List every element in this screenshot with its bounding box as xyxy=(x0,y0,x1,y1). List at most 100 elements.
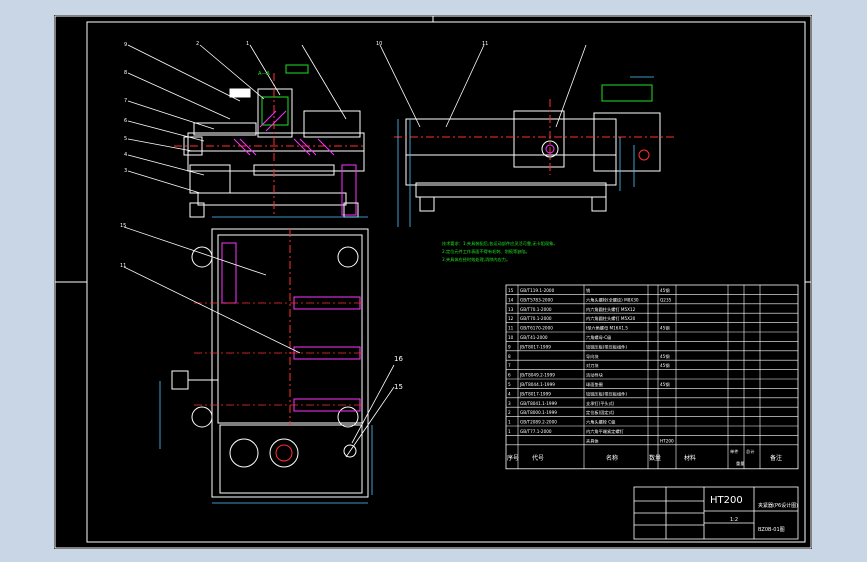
bom-cell: 1 xyxy=(508,420,511,425)
balloon-11: 11 xyxy=(482,41,488,47)
tech-req-line-1: 技术要求：1.夹具装配后,各运动部件应灵活可靠,无卡阻现象。 xyxy=(442,240,558,247)
bom-header-weight: 总计 xyxy=(746,448,754,455)
bom-cell: 8 xyxy=(508,354,511,359)
balloon-15-a: 15 xyxy=(120,223,126,229)
bom-cell: 六角头螺栓 C级 xyxy=(586,419,616,426)
plan-view-balloons: 15 11 16 15 xyxy=(120,223,403,391)
side-view-leaders xyxy=(379,44,587,128)
side-view-balloons: 10 11 xyxy=(376,41,488,47)
bom-cell: 12 xyxy=(508,316,514,321)
balloon-9: 9 xyxy=(124,42,127,48)
bom-cell: 45钢 xyxy=(660,325,670,332)
bom-header: 备注 xyxy=(770,454,782,462)
bom-cell: 活动导块 xyxy=(586,372,604,379)
bom-header: 代号 xyxy=(532,454,544,462)
bom-cell: GB/T119.1-2000 xyxy=(520,288,555,293)
bom-cell: 1 xyxy=(508,429,511,434)
balloon-11-b: 11 xyxy=(120,263,126,269)
cad-drawing: 9 8 7 6 5 4 3 2 1 A—A 10 11 技术要求：1.夹具装配后… xyxy=(54,15,812,549)
tech-req-line-3: 3.夹具体应经时效处理,消除内应力。 xyxy=(442,256,510,263)
bom-cell: GB/T5783-2000 xyxy=(520,297,553,302)
tech-req-line-2: 2.定位元件工作表面不得有毛刺、划痕等缺陷。 xyxy=(442,248,530,255)
plan-view-dims xyxy=(159,216,373,504)
bom-cell: 内六角平端紧定螺钉 xyxy=(586,428,625,435)
bom-cell: 销 xyxy=(586,287,590,294)
bom-cell: I型六角螺母 M16X1.5 xyxy=(586,325,628,332)
bom-cell: 45钢 xyxy=(660,381,670,388)
bom-cell: 45钢 xyxy=(660,287,670,294)
bom-cell: 铰链压板(带压板组件) xyxy=(586,343,627,350)
section-mark: A—A xyxy=(258,64,309,77)
balloon-16: 16 xyxy=(394,355,403,363)
bom-cell: 内六角圆柱头螺钉 M5X12 xyxy=(586,306,636,313)
scale-text: 1:2 xyxy=(730,517,738,523)
bom-cell: 10 xyxy=(508,335,514,340)
plan-view-centerlines xyxy=(194,302,364,406)
balloon-15-b: 15 xyxy=(394,383,403,391)
bom-cell: 导向块 xyxy=(586,353,599,360)
bom-cell: 3 xyxy=(508,401,511,406)
bom-cell: 13 xyxy=(508,307,514,312)
material-code: HT200 xyxy=(710,495,743,506)
bom-cell: GB/T70.1-2000 xyxy=(520,316,552,321)
bom-cell: 45钢 xyxy=(660,362,670,369)
bom-header: 名称 xyxy=(606,454,618,462)
bom-cell: JB/T8017-1999 xyxy=(519,391,551,396)
bom-cell: 2 xyxy=(508,410,511,415)
section-label: A—A xyxy=(258,71,270,77)
front-view xyxy=(174,73,365,218)
side-view xyxy=(394,84,674,212)
balloon-10: 10 xyxy=(376,41,382,47)
bom-cell: 支承钉(平头式) xyxy=(586,400,615,407)
bom-cell: JB/T8049.2-1999 xyxy=(519,373,555,378)
balloon-2: 2 xyxy=(196,41,199,47)
bom-cell: 15 xyxy=(508,288,514,293)
plan-view-slots xyxy=(221,242,361,412)
balloon-8: 8 xyxy=(124,70,127,76)
front-view-balloons: 9 8 7 6 5 4 3 2 1 xyxy=(124,41,249,174)
balloon-6: 6 xyxy=(124,118,127,124)
bom-cell: Q235 xyxy=(660,297,672,302)
bom-cell: 球面垫圈 xyxy=(586,381,603,388)
bom-header-weight: 单件 xyxy=(730,448,738,455)
bom-cell: 4 xyxy=(508,391,511,396)
bom-cell: 对刀块 xyxy=(586,362,599,369)
bom-cell: 六角头螺栓(全螺纹) M8X30 xyxy=(586,296,639,303)
drawing-number: BZ0B-01图 xyxy=(758,527,785,533)
bom-cell: GB/T8000.1-1999 xyxy=(520,410,557,415)
bom-cell: 14 xyxy=(508,297,514,302)
balloon-3: 3 xyxy=(124,168,127,174)
balloon-7: 7 xyxy=(124,98,127,104)
bom-cell: 45钢 xyxy=(660,353,670,360)
balloon-4: 4 xyxy=(124,152,127,158)
bom-cell: 夹具体 xyxy=(586,437,599,444)
inner-border xyxy=(86,21,806,543)
bom-cell: 六角螺母-C级 xyxy=(586,334,612,341)
bom-header: 材料 xyxy=(684,454,696,462)
bom-cell: GB/T77.1-2000 xyxy=(520,429,552,434)
bom-cell: HT200 xyxy=(660,438,674,443)
technical-requirements: 技术要求：1.夹具装配后,各运动部件应灵活可靠,无卡阻现象。 2.定位元件工作表… xyxy=(442,240,558,263)
bom-cell: GB/T6170-2000 xyxy=(520,326,553,331)
bom-cell: GB/T41-2000 xyxy=(520,335,548,340)
bom-table: 15 GB/T119.1-2000 销 45钢14 GB/T5783-2000 六角头螺栓… xyxy=(505,284,799,470)
bom-cell: GB/T2089.2-2000 xyxy=(520,420,557,425)
outer-border xyxy=(54,15,812,549)
bom-cell: JB/T8017-1999 xyxy=(519,344,551,349)
plan-view xyxy=(171,228,369,498)
balloon-5: 5 xyxy=(124,136,127,142)
bom-cell: 铰链压板(带压板组件) xyxy=(586,390,627,397)
bom-cell: 7 xyxy=(508,363,511,368)
bom-cell: 6 xyxy=(508,373,511,378)
bom-header: 序号 xyxy=(507,454,519,462)
bom-cell: GB/T70.1-2000 xyxy=(520,307,552,312)
drawing-name: 夹紧器(P6设计图) xyxy=(758,502,798,509)
bom-cell: 11 xyxy=(508,326,514,331)
bom-cell: 内六角圆柱头螺钉 M5X20 xyxy=(586,315,636,322)
bom-header: 数量 xyxy=(649,454,661,462)
bom-header-weight: 重量 xyxy=(736,460,744,467)
balloon-1: 1 xyxy=(246,41,249,47)
bom-cell: JB/T8044.1-1999 xyxy=(519,382,555,387)
drawing-sheet: 9 8 7 6 5 4 3 2 1 A—A 10 11 技术要求：1.夹具装配后… xyxy=(54,15,812,549)
bom-cell: 9 xyxy=(508,344,511,349)
